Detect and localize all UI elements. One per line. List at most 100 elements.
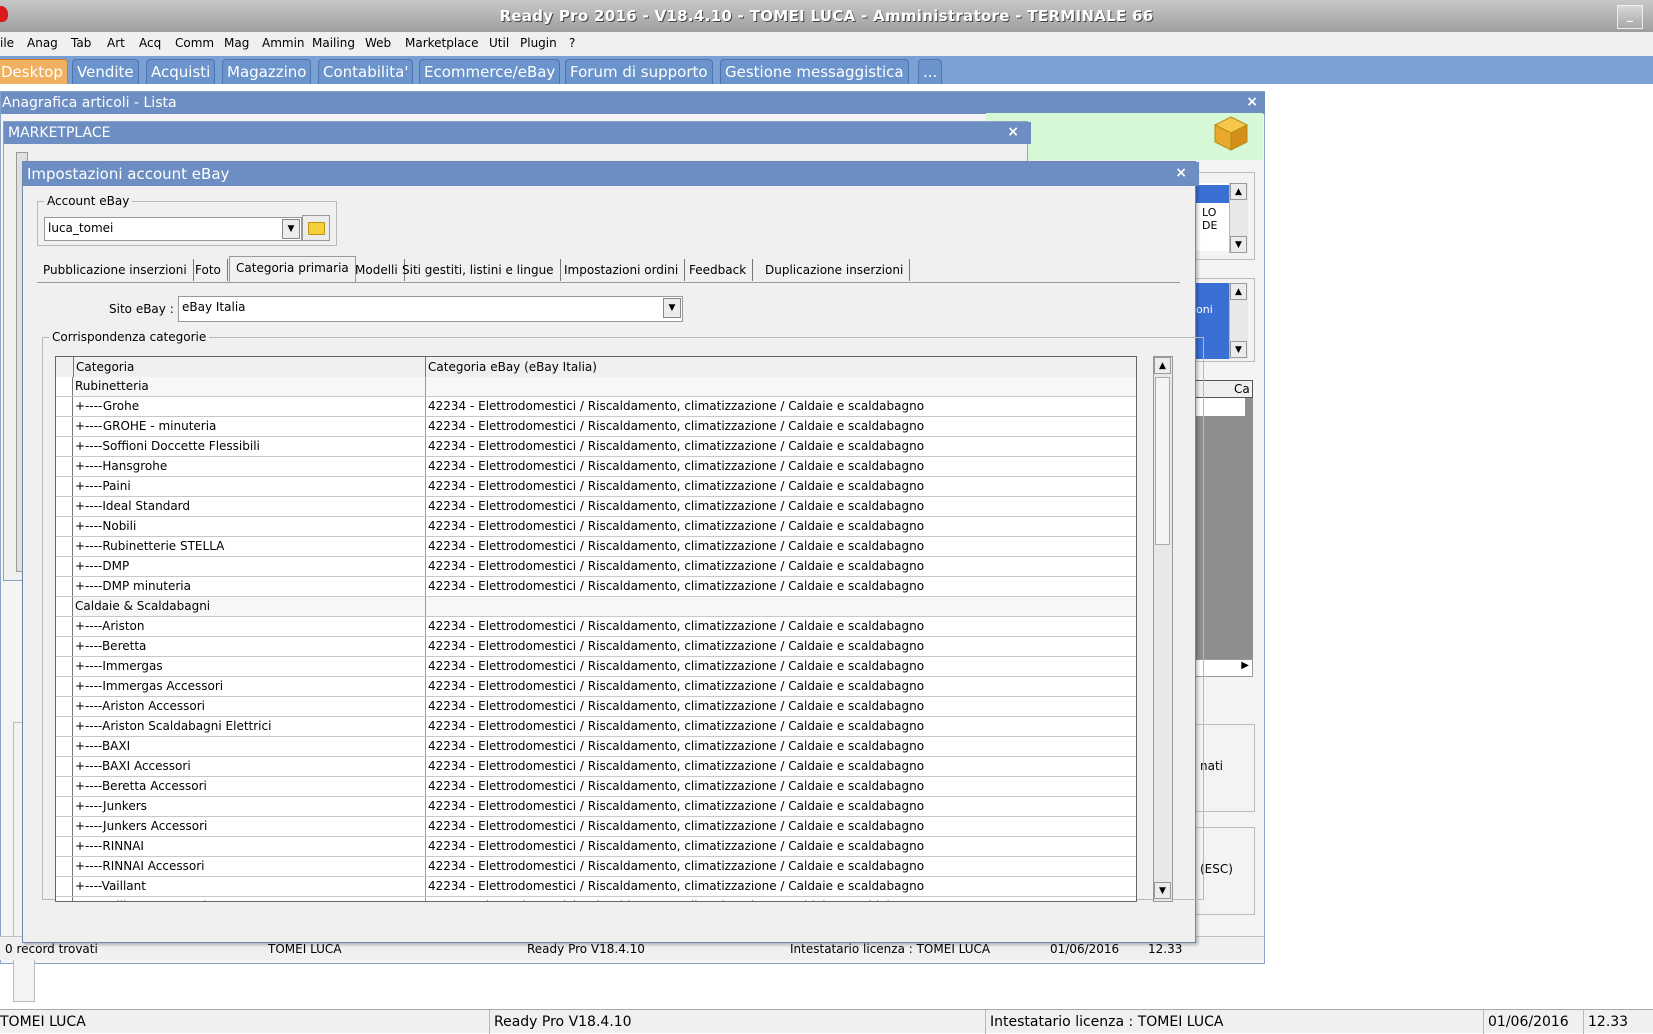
row-selector[interactable] bbox=[56, 457, 73, 476]
cell-categoria-ebay[interactable]: 42234 - Elettrodomestici / Riscaldamento… bbox=[426, 417, 1136, 436]
row-selector[interactable] bbox=[56, 437, 73, 456]
cell-categoria-ebay[interactable]: 42234 - Elettrodomestici / Riscaldamento… bbox=[426, 657, 1136, 676]
anagrafica-close-button[interactable]: × bbox=[1246, 94, 1258, 110]
cell-categoria[interactable]: +----Junkers Accessori bbox=[73, 817, 426, 836]
cell-categoria-ebay[interactable]: 42234 - Elettrodomestici / Riscaldamento… bbox=[426, 697, 1136, 716]
grid-scrollbar[interactable]: ▲ ▼ bbox=[1153, 356, 1173, 902]
right-panel-2-scrollbar[interactable]: ▲ ▼ bbox=[1229, 283, 1248, 359]
cell-categoria[interactable]: +----BAXI Accessori bbox=[73, 757, 426, 776]
cell-categoria[interactable]: +----Nobili bbox=[73, 517, 426, 536]
cell-categoria-ebay[interactable]: 42234 - Elettrodomestici / Riscaldamento… bbox=[426, 517, 1136, 536]
minimize-button[interactable]: _ bbox=[1617, 5, 1643, 29]
menu-file[interactable]: ile bbox=[0, 36, 14, 50]
cell-categoria[interactable]: +----Ideal Standard bbox=[73, 497, 426, 516]
cell-categoria[interactable]: +----Junkers bbox=[73, 797, 426, 816]
menu-comm[interactable]: Comm bbox=[175, 36, 214, 50]
cell-categoria[interactable]: +----Beretta bbox=[73, 637, 426, 656]
cell-categoria-ebay[interactable]: 42234 - Elettrodomestici / Riscaldamento… bbox=[426, 677, 1136, 696]
tab-ecommerce[interactable]: Ecommerce/eBay bbox=[419, 59, 561, 84]
cell-categoria-ebay[interactable]: 42234 - Elettrodomestici / Riscaldamento… bbox=[426, 837, 1136, 856]
cell-categoria[interactable]: +----Ariston bbox=[73, 617, 426, 636]
table-row[interactable]: +----Junkers 42234 - Elettrodomestici / R… bbox=[56, 797, 1136, 817]
table-row[interactable]: +----Nobili 42234 - Elettrodomestici / Ri… bbox=[56, 517, 1136, 537]
table-row[interactable]: +----Hansgrohe 42234 - Elettrodomestici /… bbox=[56, 457, 1136, 477]
table-row[interactable]: +----Immergas Accessori 42234 - Elettrodo… bbox=[56, 677, 1136, 697]
cell-categoria-ebay[interactable]: 42234 - Elettrodomestici / Riscaldamento… bbox=[426, 537, 1136, 556]
row-selector[interactable] bbox=[56, 817, 73, 836]
cell-categoria-ebay[interactable]: 42234 - Elettrodomestici / Riscaldamento… bbox=[426, 897, 1136, 901]
column-header-categoria-ebay[interactable]: Categoria eBay (eBay Italia) bbox=[426, 357, 1136, 377]
tab-pubblicazione[interactable]: Pubblicazione inserzioni bbox=[37, 259, 194, 281]
menu-plugin[interactable]: Plugin bbox=[520, 36, 557, 50]
cell-categoria-ebay[interactable]: 42234 - Elettrodomestici / Riscaldamento… bbox=[426, 437, 1136, 456]
account-select[interactable]: luca_tomei ▼ bbox=[44, 217, 302, 241]
tab-contabilita[interactable]: Contabilita' bbox=[318, 59, 414, 84]
cell-categoria[interactable]: +----Rubinetterie STELLA bbox=[73, 537, 426, 556]
ebay-settings-close-button[interactable]: × bbox=[1175, 165, 1187, 181]
menu-web[interactable]: Web bbox=[365, 36, 391, 50]
cell-categoria[interactable]: +----Vaillant bbox=[73, 877, 426, 896]
cell-categoria[interactable]: +----Hansgrohe bbox=[73, 457, 426, 476]
tab-magazzino[interactable]: Magazzino bbox=[222, 59, 312, 84]
cell-categoria-ebay[interactable]: 42234 - Elettrodomestici / Riscaldamento… bbox=[426, 737, 1136, 756]
menu-tab[interactable]: Tab bbox=[71, 36, 91, 50]
row-selector[interactable] bbox=[56, 377, 73, 396]
cell-categoria[interactable]: +----RINNAI bbox=[73, 837, 426, 856]
row-selector[interactable] bbox=[56, 477, 73, 496]
cell-categoria[interactable]: +----BAXI bbox=[73, 737, 426, 756]
scroll-down-icon[interactable]: ▼ bbox=[1154, 882, 1171, 899]
marketplace-close-button[interactable]: × bbox=[1007, 124, 1019, 140]
tab-foto[interactable]: Foto bbox=[189, 259, 228, 281]
table-row[interactable]: +----GROHE - minuteria 42234 - Elettrodom… bbox=[56, 417, 1136, 437]
row-selector[interactable] bbox=[56, 837, 73, 856]
row-selector[interactable] bbox=[56, 877, 73, 896]
tab-siti[interactable]: Siti gestiti, listini e lingue bbox=[396, 259, 561, 281]
open-folder-button[interactable] bbox=[302, 215, 330, 241]
cell-categoria[interactable]: +----DMP bbox=[73, 557, 426, 576]
row-selector[interactable] bbox=[56, 857, 73, 876]
scroll-thumb[interactable] bbox=[1155, 377, 1170, 545]
row-selector[interactable] bbox=[56, 757, 73, 776]
row-selector[interactable] bbox=[56, 637, 73, 656]
cell-categoria-ebay[interactable]: 42234 - Elettrodomestici / Riscaldamento… bbox=[426, 877, 1136, 896]
tab-impostazioni-ordini[interactable]: Impostazioni ordini bbox=[558, 259, 686, 281]
tab-more[interactable]: ... bbox=[918, 59, 943, 84]
table-row[interactable]: +----Junkers Accessori 42234 - Elettrodom… bbox=[56, 817, 1136, 837]
table-row[interactable]: +----Vaillant Accessori42234 - Elettrodo… bbox=[56, 897, 1136, 901]
cell-categoria[interactable]: +----RINNAI Accessori bbox=[73, 857, 426, 876]
menu-mailing[interactable]: Mailing bbox=[312, 36, 355, 50]
cell-categoria-ebay[interactable]: 42234 - Elettrodomestici / Riscaldamento… bbox=[426, 397, 1136, 416]
cell-categoria[interactable]: Rubinetteria bbox=[73, 377, 426, 396]
table-row[interactable]: +----Beretta Accessori 42234 - Elettrodom… bbox=[56, 777, 1136, 797]
table-row[interactable]: +----Ariston Accessori 42234 - Elettrodom… bbox=[56, 697, 1136, 717]
cell-categoria-ebay[interactable]: 42234 - Elettrodomestici / Riscaldamento… bbox=[426, 557, 1136, 576]
cell-categoria-ebay[interactable]: 42234 - Elettrodomestici / Riscaldamento… bbox=[426, 757, 1136, 776]
scroll-down-icon[interactable]: ▼ bbox=[1230, 236, 1247, 253]
row-selector[interactable] bbox=[56, 657, 73, 676]
row-selector[interactable] bbox=[56, 397, 73, 416]
row-selector[interactable] bbox=[56, 697, 73, 716]
row-selector[interactable] bbox=[56, 497, 73, 516]
table-row[interactable]: +----DMP 42234 - Elettrodomestici / Risca… bbox=[56, 557, 1136, 577]
cell-categoria-ebay[interactable]: 42234 - Elettrodomestici / Riscaldamento… bbox=[426, 477, 1136, 496]
row-selector[interactable] bbox=[56, 517, 73, 536]
menu-anag[interactable]: Anag bbox=[27, 36, 58, 50]
cell-categoria[interactable]: +----Immergas bbox=[73, 657, 426, 676]
table-row[interactable]: Caldaie & Scaldabagni bbox=[56, 597, 1136, 617]
menu-help[interactable]: ? bbox=[569, 36, 575, 50]
table-row[interactable]: +----BAXI 42234 - Elettrodomestici / Risc… bbox=[56, 737, 1136, 757]
table-row[interactable]: Rubinetteria bbox=[56, 377, 1136, 397]
tab-feedback[interactable]: Feedback bbox=[683, 259, 754, 281]
scroll-up-icon[interactable]: ▲ bbox=[1230, 283, 1247, 300]
table-row[interactable]: +----Soffioni Doccette Flessibili 42234 -… bbox=[56, 437, 1136, 457]
row-selector[interactable] bbox=[56, 677, 73, 696]
cell-categoria[interactable]: +----Ariston Scaldabagni Elettrici bbox=[73, 717, 426, 736]
scroll-down-icon[interactable]: ▼ bbox=[1230, 341, 1247, 358]
cell-categoria[interactable]: +----Ariston Accessori bbox=[73, 697, 426, 716]
row-selector[interactable] bbox=[56, 717, 73, 736]
cell-categoria[interactable]: +----Immergas Accessori bbox=[73, 677, 426, 696]
row-selector[interactable] bbox=[56, 557, 73, 576]
right-panel-1-scrollbar[interactable]: ▲ ▼ bbox=[1229, 183, 1248, 253]
cell-categoria-ebay[interactable] bbox=[426, 597, 1136, 616]
tab-desktop[interactable]: Desktop bbox=[0, 59, 68, 84]
